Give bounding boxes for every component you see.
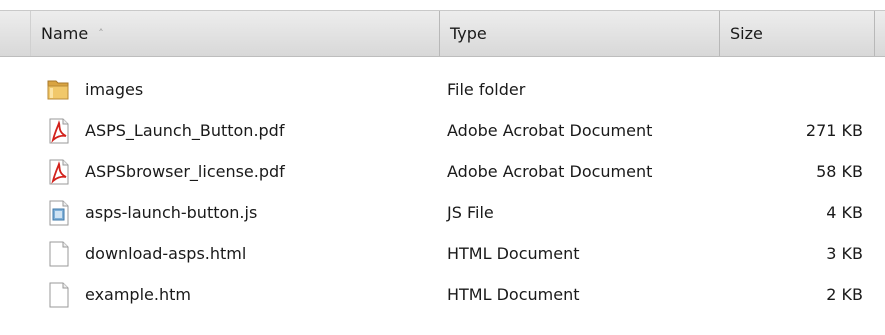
file-name: example.htm bbox=[85, 285, 191, 304]
column-header-type-label: Type bbox=[450, 24, 487, 43]
pdf-icon bbox=[45, 159, 73, 185]
file-type: Adobe Acrobat Document bbox=[447, 162, 653, 181]
file-row[interactable]: images File folder bbox=[0, 70, 885, 110]
folder-icon bbox=[45, 77, 73, 103]
file-row[interactable]: asps-launch-button.js JS File 4 KB bbox=[0, 193, 885, 233]
column-header-size-label: Size bbox=[730, 24, 763, 43]
document-icon bbox=[45, 282, 73, 308]
column-header-type[interactable]: Type bbox=[440, 11, 720, 56]
column-header-name[interactable]: Name ˄ bbox=[30, 11, 440, 56]
file-row[interactable]: example.htm HTML Document 2 KB bbox=[0, 275, 885, 315]
sort-ascending-icon: ˄ bbox=[98, 27, 104, 40]
file-name: ASPS_Launch_Button.pdf bbox=[85, 121, 285, 140]
file-row[interactable]: download-asps.html HTML Document 3 KB bbox=[0, 234, 885, 274]
file-name: download-asps.html bbox=[85, 244, 247, 263]
file-name: images bbox=[85, 80, 144, 99]
file-type: Adobe Acrobat Document bbox=[447, 121, 653, 140]
column-header-name-label: Name bbox=[41, 24, 89, 43]
column-header-size[interactable]: Size bbox=[720, 11, 875, 56]
file-size: 58 KB bbox=[816, 162, 863, 181]
file-row[interactable]: ASPSbrowser_license.pdf Adobe Acrobat Do… bbox=[0, 152, 885, 192]
file-row[interactable]: ASPS_Launch_Button.pdf Adobe Acrobat Doc… bbox=[0, 111, 885, 151]
file-name: ASPSbrowser_license.pdf bbox=[85, 162, 285, 181]
file-name: asps-launch-button.js bbox=[85, 203, 258, 222]
file-size: 3 KB bbox=[826, 244, 863, 263]
file-size: 4 KB bbox=[826, 203, 863, 222]
file-type: HTML Document bbox=[447, 285, 580, 304]
column-header-bar: Name ˄ Type Size bbox=[0, 10, 885, 57]
file-type: File folder bbox=[447, 80, 526, 99]
file-size: 271 KB bbox=[805, 121, 863, 140]
script-file-icon bbox=[45, 200, 73, 226]
file-size: 2 KB bbox=[826, 285, 863, 304]
pdf-icon bbox=[45, 118, 73, 144]
file-type: HTML Document bbox=[447, 244, 580, 263]
document-icon bbox=[45, 241, 73, 267]
file-type: JS File bbox=[447, 203, 494, 222]
